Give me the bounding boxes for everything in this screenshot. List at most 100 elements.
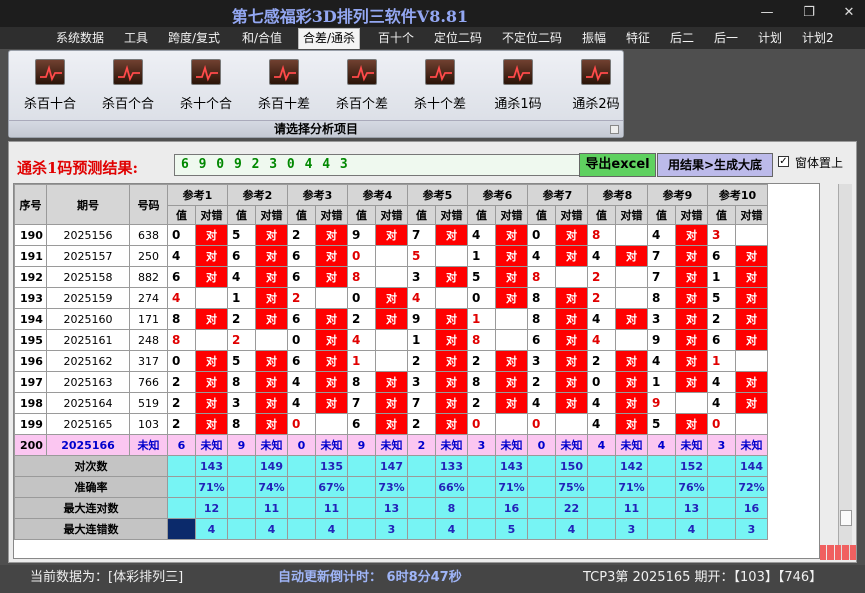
menu-span-compound[interactable]: 跨度/复式 [164, 30, 224, 49]
stats-spacer [647, 497, 676, 519]
cell-result-miss [555, 266, 588, 288]
menu-amplitude[interactable]: 振幅 [578, 30, 610, 49]
prediction-result-field[interactable]: 6 9 0 9 2 3 0 4 4 3 [174, 154, 580, 176]
stats-value: 149 [255, 455, 288, 477]
menu-tools[interactable]: 工具 [120, 30, 152, 49]
stats-value: 11 [255, 497, 288, 519]
col-header-period[interactable]: 期号 [46, 184, 130, 225]
cell-value: 2 [227, 329, 256, 351]
stats-spacer [347, 476, 376, 498]
stats-spacer [167, 476, 196, 498]
stats-row: 对次数 143 149 135 147 133 143 150 142 152 144 [14, 455, 768, 477]
menu-last-two[interactable]: 后二 [666, 30, 698, 49]
table-row[interactable]: 198 2025164 519 2 对 3 对 4 对 7 对 7 对 2 对 4 对 4 对 9 4 对 [14, 392, 768, 414]
subheader-value: 值 [647, 205, 676, 225]
col-header-ref-6[interactable]: 参考6 [467, 184, 528, 206]
col-header-ref-7[interactable]: 参考7 [527, 184, 588, 206]
cell-result-miss [435, 245, 468, 267]
table-row[interactable]: 193 2025159 274 4 1 对 2 0 对 4 0 对 8 对 2 8 对 5 对 [14, 287, 768, 309]
stats-value: 4 [435, 518, 468, 540]
stats-label: 准确率 [14, 476, 168, 498]
stats-spacer [527, 518, 556, 540]
col-header-seq[interactable]: 序号 [14, 184, 47, 225]
col-header-number[interactable]: 号码 [129, 184, 168, 225]
cell-value: 4 [587, 308, 616, 330]
cell-value: 0 [527, 413, 556, 435]
stats-value: 144 [735, 455, 768, 477]
col-header-ref-5[interactable]: 参考5 [407, 184, 468, 206]
cell-result-miss [375, 245, 408, 267]
table-row-prediction[interactable]: 200 2025166 未知 6 未知 9 未知 0 未知 9 未知 2 未知 3 未知 0 未知 4 未知 4 未知 3… [14, 434, 768, 456]
menu-last-one[interactable]: 后一 [710, 30, 742, 49]
ribbon-button-8[interactable]: 通杀2码 [558, 59, 634, 112]
vertical-scrollbar[interactable] [838, 184, 852, 559]
col-header-ref-4[interactable]: 参考4 [347, 184, 408, 206]
table-row[interactable]: 199 2025165 103 2 对 8 对 0 6 对 2 对 0 0 4 对 5 对 0 [14, 413, 768, 435]
cell-value: 8 [527, 287, 556, 309]
stats-value: 13 [375, 497, 408, 519]
col-header-ref-8[interactable]: 参考8 [587, 184, 648, 206]
export-excel-button[interactable]: 导出excel [579, 153, 656, 177]
table-row[interactable]: 192 2025158 882 6 对 4 对 6 对 8 3 对 5 对 8 2 7 对 1 对 [14, 266, 768, 288]
table-row[interactable]: 197 2025163 766 2 对 8 对 4 对 8 对 3 对 8 对 2 对 0 对 1 对 4 对 [14, 371, 768, 393]
cell-value: 7 [347, 392, 376, 414]
menu-hundred-ten-one[interactable]: 百十个 [374, 30, 418, 49]
cell-seq: 193 [14, 287, 47, 309]
cell-number: 317 [129, 350, 168, 372]
ribbon-button-4[interactable]: 杀百十差 [246, 59, 322, 112]
stats-spacer [287, 476, 316, 498]
menu-position-two[interactable]: 定位二码 [430, 30, 486, 49]
ribbon-button-5[interactable]: 杀百个差 [324, 59, 400, 112]
cell-seq: 196 [14, 350, 47, 372]
analysis-table-view[interactable]: 序号 期号 号码 参考1 参考2 参考3 参考4 参考5 参考6 参考7 参考8 参考9 参考10 值对错… [13, 183, 820, 559]
stats-value: 71% [495, 476, 528, 498]
scrollbar-thumb[interactable] [840, 510, 852, 526]
cell-result-hit: 对 [195, 266, 228, 288]
ribbon-button-7[interactable]: 通杀1码 [480, 59, 556, 112]
menu-nonposition-two[interactable]: 不定位二码 [498, 30, 566, 49]
cell-result-miss [615, 329, 648, 351]
table-row[interactable]: 190 2025156 638 0 对 5 对 2 对 9 对 7 对 4 对 0 对 8 4 对 3 [14, 224, 768, 246]
ribbon-button-2[interactable]: 杀百个合 [90, 59, 166, 112]
cell-value: 4 [287, 392, 316, 414]
col-header-ref-1[interactable]: 参考1 [167, 184, 228, 206]
ribbon-button-1[interactable]: 杀百十合 [12, 59, 88, 112]
ribbon-expand-icon[interactable] [610, 125, 619, 134]
generate-base-button[interactable]: 用结果>生成大底 [657, 153, 773, 177]
table-row[interactable]: 195 2025161 248 8 2 0 对 4 1 对 8 6 对 4 9 对 6 对 [14, 329, 768, 351]
cell-result-hit: 对 [435, 392, 468, 414]
menu-plan[interactable]: 计划 [754, 30, 786, 49]
cell-result-unknown: 未知 [555, 434, 588, 456]
analysis-ribbon: 杀百十合 杀百个合 杀十个合 杀百十差 杀百个差 杀十个差 通杀1码 通杀2码 请选择分析项目 [8, 50, 624, 138]
stats-spacer [227, 455, 256, 477]
prediction-label: 通杀1码预测结果: [17, 159, 138, 177]
col-header-ref-3[interactable]: 参考3 [287, 184, 348, 206]
col-header-ref-9[interactable]: 参考9 [647, 184, 708, 206]
maximize-icon[interactable]: ❐ [795, 4, 823, 22]
menu-system-data[interactable]: 系统数据 [52, 30, 108, 49]
cell-result-hit: 对 [495, 266, 528, 288]
table-row[interactable]: 194 2025160 171 8 对 2 对 6 对 2 对 9 对 1 8 对 4 对 3 对 2 对 [14, 308, 768, 330]
col-header-ref-10[interactable]: 参考10 [707, 184, 768, 206]
topmost-checkbox[interactable]: ✓ [778, 156, 789, 167]
table-row[interactable]: 196 2025162 317 0 对 5 对 6 对 1 2 对 2 对 3 对 2 对 4 对 1 [14, 350, 768, 372]
ribbon-button-3[interactable]: 杀十个合 [168, 59, 244, 112]
cell-result-hit: 对 [195, 371, 228, 393]
col-header-ref-2[interactable]: 参考2 [227, 184, 288, 206]
cell-value: 5 [407, 245, 436, 267]
menu-sum-value[interactable]: 和/合值 [238, 30, 286, 49]
resize-grip[interactable] [820, 545, 857, 560]
menu-plan2[interactable]: 计划2 [798, 30, 838, 49]
close-icon[interactable]: ✕ [835, 4, 863, 22]
stats-spacer [407, 476, 436, 498]
cell-number: 638 [129, 224, 168, 246]
menu-sum-diff-kill[interactable]: 合差/通杀 [298, 28, 361, 49]
table-row[interactable]: 191 2025157 250 4 对 6 对 6 对 0 5 1 对 4 对 4 对 7 对 6 对 [14, 245, 768, 267]
title-bar[interactable]: 第七感福彩3D排列三软件V8.81 — ❐ ✕ [0, 0, 865, 27]
ribbon-button-6[interactable]: 杀十个差 [402, 59, 478, 112]
stats-value: 71% [615, 476, 648, 498]
cell-result-hit: 对 [735, 392, 768, 414]
minimize-icon[interactable]: — [753, 4, 781, 22]
cell-value: 0 [707, 413, 736, 435]
menu-features[interactable]: 特征 [622, 30, 654, 49]
